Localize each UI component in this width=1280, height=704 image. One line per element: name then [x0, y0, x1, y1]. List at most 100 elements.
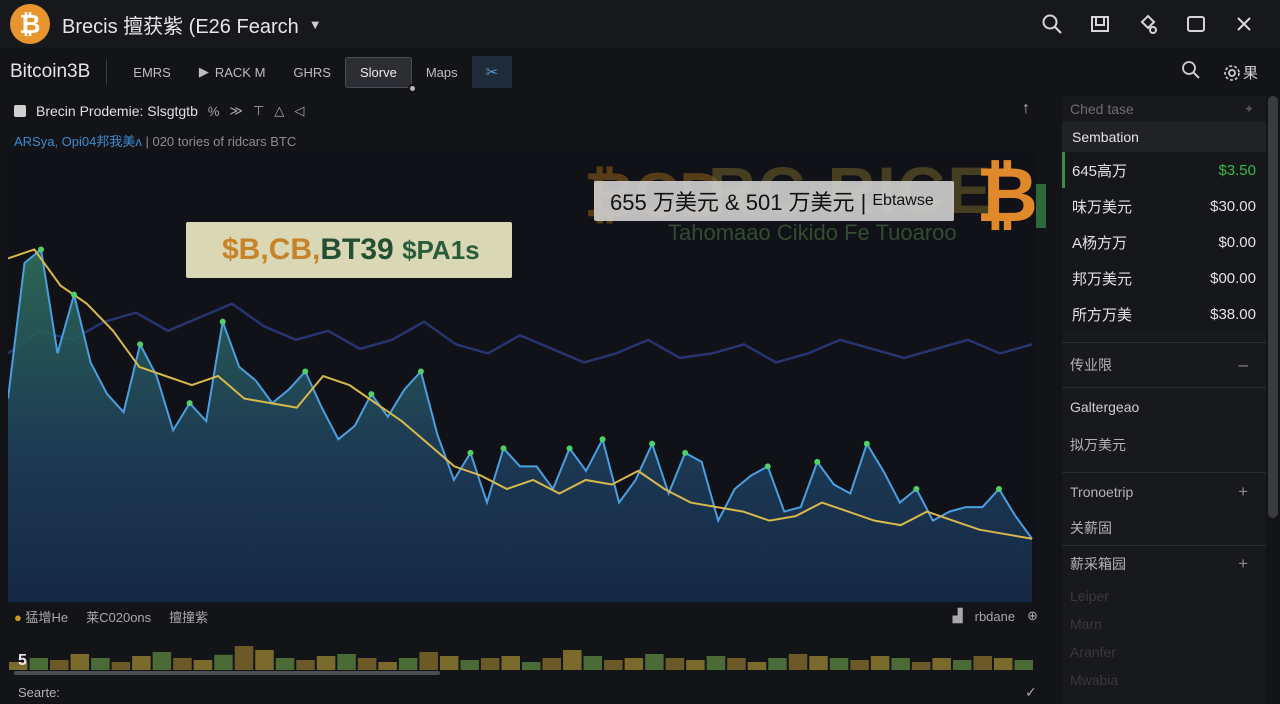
faded-label: Aranfer: [1070, 644, 1116, 660]
restore-icon[interactable]: [1182, 10, 1210, 38]
volume-label-1[interactable]: ● 猛增He: [14, 607, 68, 626]
tab-ghrs[interactable]: GHRS: [279, 58, 345, 87]
volume-bar: [460, 660, 479, 670]
faded-label: Leiper: [1070, 588, 1109, 604]
volume-bar: [111, 662, 131, 670]
volume-bar: [891, 658, 910, 670]
volume-bar: [193, 660, 213, 670]
price-callout-text: 655 万美元 & 501 万美元 |: [610, 190, 867, 215]
volume-svg: [9, 646, 1033, 670]
alert-icon[interactable]: △: [274, 103, 284, 119]
item-value: $00.00: [1210, 269, 1256, 287]
group-item[interactable]: Tronoetrip +: [1062, 473, 1266, 511]
volume-bar: [952, 660, 972, 670]
selection-marker: [1062, 152, 1065, 188]
list-item[interactable]: A杨方万 $0.00: [1062, 224, 1266, 260]
expand-icon[interactable]: ⊕: [1027, 608, 1038, 624]
group-item[interactable]: Galtergeao: [1062, 388, 1266, 426]
peak-point: [599, 436, 606, 443]
volume-chart[interactable]: [8, 628, 1034, 674]
section-title[interactable]: Sembation: [1062, 122, 1266, 152]
peak-point: [814, 458, 821, 465]
volume-bar: [50, 660, 69, 670]
sound-icon[interactable]: ◁: [294, 103, 304, 119]
collapse-icon[interactable]: –: [1239, 355, 1248, 375]
window-tile-icon[interactable]: [1086, 10, 1114, 38]
volume-bar: [624, 658, 644, 670]
peak-point: [368, 391, 375, 398]
tab-indicator: [407, 83, 417, 93]
group-label: Galtergeao: [1070, 399, 1140, 415]
volume-bar: [501, 656, 520, 670]
volume-bar: [398, 658, 418, 670]
check-icon[interactable]: ✓: [1025, 684, 1037, 701]
extension-icon[interactable]: [1134, 10, 1162, 38]
horizontal-scrollbar[interactable]: [14, 671, 440, 675]
list-item[interactable]: 味万美元 $30.00: [1062, 188, 1266, 224]
volume-bar: [747, 662, 767, 670]
search-icon[interactable]: [1038, 10, 1066, 38]
group-item[interactable]: 传业限 –: [1062, 343, 1266, 387]
group-subitem[interactable]: 拟万美元: [1062, 426, 1266, 464]
arrow-up-icon[interactable]: ↑: [1022, 100, 1030, 118]
volume-label-2[interactable]: 莱C020ons: [86, 607, 151, 626]
tab-rack[interactable]: ▶ RACK M: [185, 57, 280, 87]
volume-bar: [275, 658, 295, 670]
tab-slorve[interactable]: Slorve: [344, 56, 417, 93]
volume-header: ● 猛增He 莱C020ons 擅撞紫 ▟ rbdane ⊕: [14, 606, 1044, 626]
pin-icon[interactable]: ⊤: [253, 103, 264, 119]
pin-icon[interactable]: ✦: [1244, 102, 1254, 116]
price-callout-small: Ebtawse: [872, 192, 934, 209]
chart-type-icon[interactable]: ▟: [953, 608, 963, 624]
search-label[interactable]: Searte:: [18, 685, 60, 700]
volume-bar: [439, 656, 459, 670]
chevron-down-icon[interactable]: ▼: [309, 17, 322, 32]
list-item[interactable]: 645高万 $3.50: [1062, 152, 1266, 188]
window-controls: [1038, 10, 1258, 38]
close-icon[interactable]: [1230, 10, 1258, 38]
tab-tools-icon[interactable]: ✂: [471, 56, 513, 88]
ticker-callout[interactable]: $B, CB, BT39 $PA1s: [186, 222, 512, 278]
volume-bar: [932, 658, 951, 670]
peak-point: [71, 291, 78, 298]
list-item[interactable]: 所方万美 $38.00: [1062, 296, 1266, 332]
volume-bar: [809, 656, 828, 670]
tab-label: EMRS: [133, 64, 171, 80]
add-icon[interactable]: +: [1238, 554, 1248, 574]
volume-label-3[interactable]: 擅撞紫: [169, 607, 208, 626]
faded-label: Marn: [1070, 616, 1102, 632]
chart-header: Brecin Prodemie: Slsgtgtb % ≫ ⊤ △ ◁: [14, 100, 304, 122]
group-item[interactable]: 薪采箱园 +: [1062, 546, 1266, 582]
peak-point: [863, 440, 870, 447]
indicator-dot-icon: ●: [14, 609, 22, 625]
peak-point: [186, 400, 193, 407]
tab-emrs[interactable]: EMRS: [119, 58, 185, 87]
peak-point: [137, 341, 144, 348]
peak-point: [38, 246, 45, 253]
faded-item: Marn: [1062, 610, 1266, 638]
volume-bar: [911, 662, 931, 670]
chart-title: Brecin Prodemie: Slsgtgtb: [36, 103, 198, 119]
chart-side-marker: [1036, 184, 1046, 228]
group-sub-label: 关薪固: [1070, 520, 1112, 536]
volume-bar: [1014, 660, 1033, 670]
volume-bar: [542, 658, 562, 670]
list-item[interactable]: 邦万美元 $00.00: [1062, 260, 1266, 296]
group-subitem[interactable]: 关薪固: [1062, 511, 1266, 545]
volume-bar: [665, 658, 685, 670]
add-icon[interactable]: +: [1238, 482, 1248, 502]
tab-maps[interactable]: Maps: [412, 58, 472, 87]
volume-bar: [522, 662, 541, 670]
percent-icon[interactable]: %: [208, 104, 220, 119]
volume-bar: [152, 652, 172, 670]
volume-bar: [583, 656, 603, 670]
price-callout[interactable]: 655 万美元 & 501 万美元 | Ebtawse: [594, 181, 954, 221]
vertical-scrollbar[interactable]: [1268, 96, 1278, 518]
forward-icon[interactable]: ≫: [229, 103, 243, 119]
volume-bar: [480, 658, 500, 670]
search-icon[interactable]: [1181, 60, 1201, 85]
volume-bar: [419, 652, 438, 670]
faded-label: Mwabia: [1070, 672, 1119, 688]
settings-icon[interactable]: 果: [1223, 62, 1258, 83]
chart-checkbox[interactable]: [14, 105, 26, 117]
